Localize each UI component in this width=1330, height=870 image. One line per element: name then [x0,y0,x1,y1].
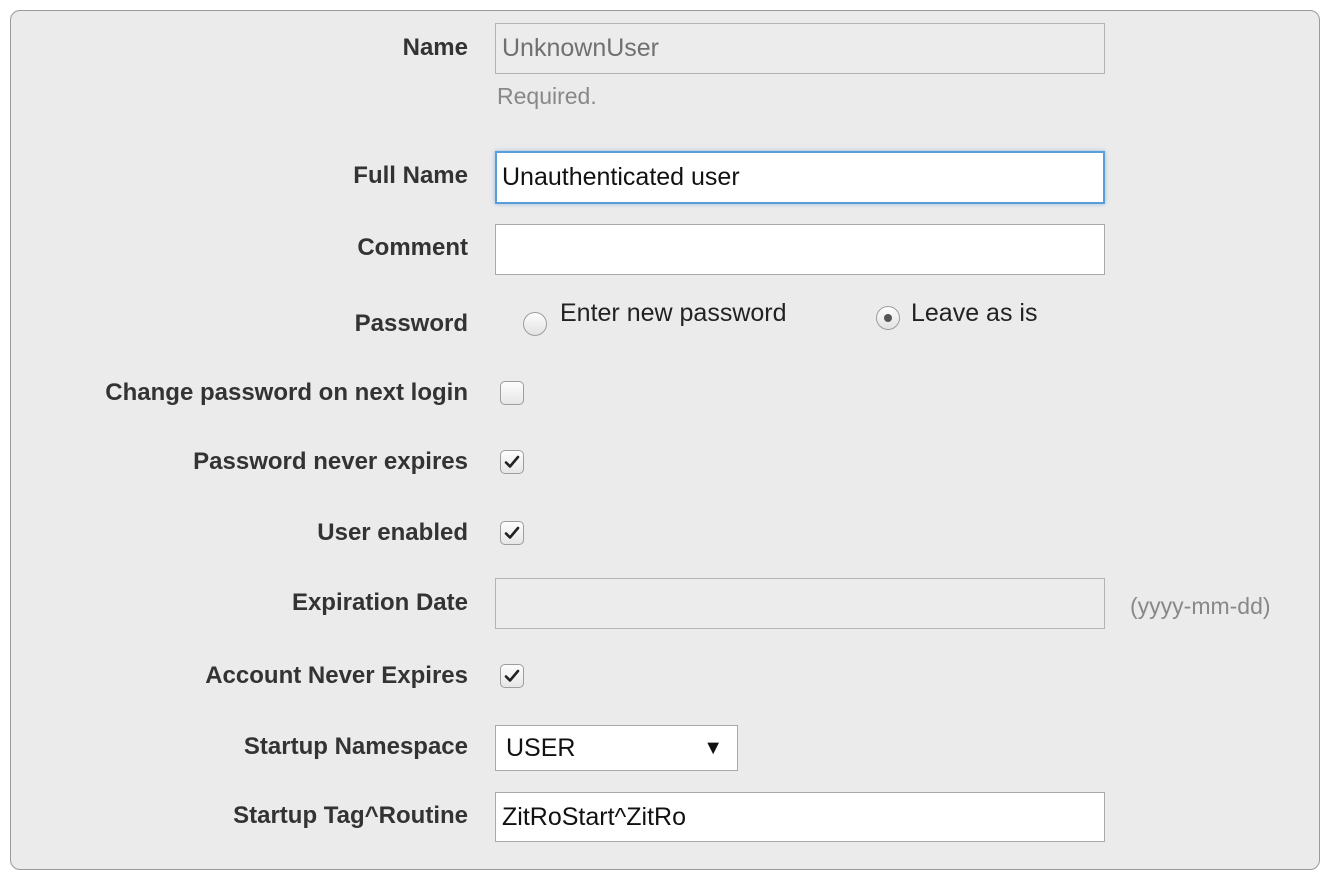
change-password-next-login-checkbox[interactable] [500,381,524,405]
name-field [495,23,1105,74]
radio-selected-dot [884,314,892,322]
user-enabled-label: User enabled [317,519,468,546]
password-label: Password [354,310,468,337]
checkmark-icon [504,455,520,468]
account-never-expires-label: Account Never Expires [205,662,468,689]
checkmark-icon [504,526,520,539]
password-never-expires-label: Password never expires [193,448,468,475]
startup-namespace-label: Startup Namespace [243,733,468,760]
full-name-label: Full Name [353,162,468,189]
date-format-hint: (yyyy-mm-dd) [1130,593,1271,619]
comment-field[interactable] [495,224,1105,275]
user-enabled-checkbox[interactable] [500,521,524,545]
enter-new-password-radio[interactable] [523,312,547,336]
leave-as-is-radio-label[interactable]: Leave as is [911,298,1037,328]
change-password-next-login-label: Change password on next login [105,379,468,406]
full-name-field[interactable] [495,151,1105,204]
checkmark-icon [504,669,520,682]
expiration-date-label: Expiration Date [291,589,468,616]
leave-as-is-radio[interactable] [876,306,900,330]
dropdown-arrow-icon: ▼ [703,737,723,759]
expiration-date-field [495,578,1105,629]
name-label: Name [402,34,468,61]
startup-namespace-selected-value: USER [506,734,576,762]
comment-label: Comment [357,234,468,261]
enter-new-password-radio-label[interactable]: Enter new password [560,298,787,328]
startup-tag-routine-field[interactable] [495,792,1105,842]
startup-tag-routine-label: Startup Tag^Routine [233,802,468,829]
startup-namespace-select[interactable]: USER ▼ [495,725,738,771]
password-never-expires-checkbox[interactable] [500,450,524,474]
name-required-hint: Required. [497,83,597,109]
account-never-expires-checkbox[interactable] [500,664,524,688]
